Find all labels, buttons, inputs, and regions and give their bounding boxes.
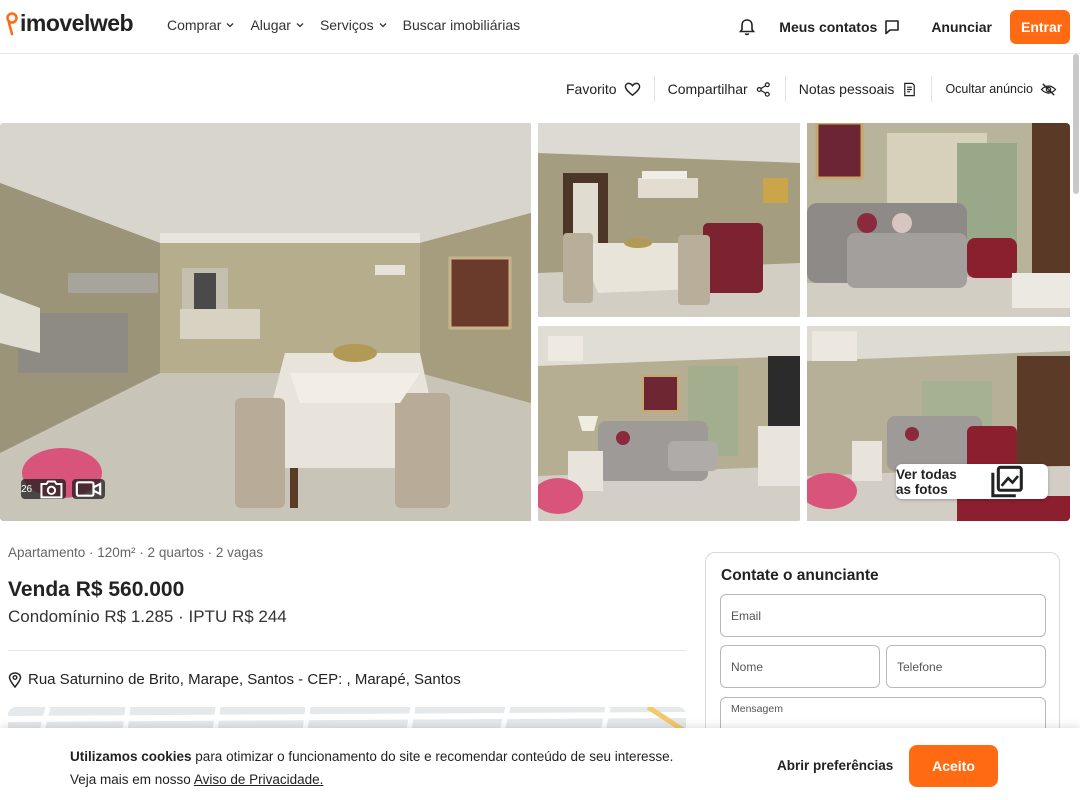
nome-field[interactable]: Nome bbox=[720, 645, 880, 688]
share-icon bbox=[756, 81, 770, 97]
my-contacts-label: Meus contatos bbox=[779, 19, 878, 35]
scrollbar[interactable] bbox=[1071, 54, 1080, 199]
main-nav: Comprar Alugar Serviços Buscar imobiliár… bbox=[167, 17, 520, 33]
mensagem-field-label: Mensagem bbox=[731, 703, 783, 715]
nav-buscar-imobiliarias-label: Buscar imobiliárias bbox=[402, 17, 521, 33]
heart-icon bbox=[624, 82, 640, 96]
email-field-label: Email bbox=[731, 609, 762, 623]
nav-servicos[interactable]: Serviços bbox=[320, 17, 388, 33]
cookie-text-main: para otimizar o funcionamento do site e … bbox=[191, 749, 674, 764]
logo[interactable]: imovelweb bbox=[6, 10, 134, 37]
photo-count: 26 bbox=[21, 483, 33, 495]
listing-actions: Favorito Compartilhar Notas pessoais Ocu… bbox=[553, 76, 1070, 102]
video-icon bbox=[75, 481, 102, 497]
telefone-field-label: Telefone bbox=[897, 660, 943, 674]
favorito-button[interactable]: Favorito bbox=[553, 76, 654, 102]
compartilhar-button[interactable]: Compartilhar bbox=[653, 76, 785, 102]
privacy-link[interactable]: Aviso de Privacidade. bbox=[194, 772, 324, 787]
nav-alugar[interactable]: Alugar bbox=[250, 17, 304, 33]
ver-todas-label: Ver todas as fotos bbox=[896, 466, 957, 497]
location-pin-icon bbox=[8, 671, 22, 688]
photo-gallery: 26 Ver todas as fotos bbox=[0, 123, 1070, 521]
accept-cookies-button[interactable]: Aceito bbox=[909, 745, 998, 787]
contact-card-title: Contate o anunciante bbox=[721, 567, 879, 584]
cookie-bold: Utilizamos cookies bbox=[70, 749, 192, 764]
dining-table-image bbox=[538, 123, 800, 317]
cookie-text: Utilizamos cookies para otimizar o funci… bbox=[70, 745, 673, 791]
main-photo-dining-room[interactable]: 26 bbox=[0, 123, 531, 521]
favorito-label: Favorito bbox=[566, 81, 617, 97]
notas-pessoais-button[interactable]: Notas pessoais bbox=[784, 76, 932, 102]
photo-count-badge[interactable]: 26 bbox=[21, 479, 66, 499]
top-header: imovelweb Comprar Alugar Serviços Buscar… bbox=[0, 0, 1080, 54]
cookie-banner: Utilizamos cookies para otimizar o funci… bbox=[0, 728, 1080, 800]
anunciar-link[interactable]: Anunciar bbox=[931, 19, 992, 35]
divider bbox=[8, 650, 686, 651]
nav-comprar[interactable]: Comprar bbox=[167, 17, 235, 33]
chat-icon bbox=[885, 20, 900, 35]
compartilhar-label: Compartilhar bbox=[667, 81, 748, 97]
photo-dining-table[interactable] bbox=[538, 123, 800, 317]
ver-todas-as-fotos-button[interactable]: Ver todas as fotos bbox=[896, 464, 1048, 499]
chevron-down-icon bbox=[227, 23, 234, 28]
nav-servicos-label: Serviços bbox=[319, 17, 374, 33]
eye-off-icon bbox=[1040, 82, 1057, 96]
listing-address: Rua Saturnino de Brito, Marape, Santos -… bbox=[8, 671, 461, 688]
photo-living-room-tv[interactable]: Ver todas as fotos bbox=[807, 326, 1070, 521]
scrollbar-thumb[interactable] bbox=[1073, 54, 1079, 194]
listing-price: Venda R$ 560.000 bbox=[8, 578, 185, 601]
logo-text: imovelweb bbox=[20, 10, 134, 36]
ocultar-anuncio-button[interactable]: Ocultar anúncio bbox=[931, 76, 1070, 102]
listing-summary: Apartamento · 120m² · 2 quartos · 2 vaga… bbox=[8, 545, 264, 560]
listing-fees: Condomínio R$ 1.285 · IPTU R$ 244 bbox=[8, 607, 287, 626]
notas-pessoais-label: Notas pessoais bbox=[798, 81, 895, 97]
note-icon bbox=[904, 82, 916, 96]
nav-comprar-label: Comprar bbox=[167, 17, 222, 33]
photo-living-room-wide[interactable] bbox=[538, 326, 800, 521]
header-right: Meus contatos Anunciar Entrar bbox=[737, 10, 1070, 44]
nav-alugar-label: Alugar bbox=[250, 17, 291, 33]
gallery-icon bbox=[991, 465, 1023, 498]
telefone-field[interactable]: Telefone bbox=[886, 645, 1046, 688]
living-room-sofa-image bbox=[807, 123, 1070, 317]
dining-room-image bbox=[0, 123, 531, 521]
open-preferences-button[interactable]: Abrir preferências bbox=[777, 758, 893, 773]
entrar-button[interactable]: Entrar bbox=[1010, 10, 1070, 44]
location-pin-logo-icon bbox=[6, 11, 18, 35]
photo-living-room-sofa[interactable] bbox=[807, 123, 1070, 317]
nome-field-label: Nome bbox=[731, 660, 764, 674]
living-room-wide-image bbox=[538, 326, 800, 521]
chevron-down-icon bbox=[379, 23, 387, 28]
listing-address-text: Rua Saturnino de Brito, Marape, Santos -… bbox=[28, 671, 461, 688]
chevron-down-icon bbox=[296, 23, 304, 28]
video-badge[interactable] bbox=[72, 479, 105, 499]
page: imovelweb Comprar Alugar Serviços Buscar… bbox=[0, 0, 1080, 800]
bell-icon[interactable] bbox=[737, 17, 757, 37]
camera-icon bbox=[40, 480, 63, 499]
nav-buscar-imobiliarias[interactable]: Buscar imobiliárias bbox=[403, 17, 520, 33]
cookie-line2-prefix: Veja mais em nosso bbox=[70, 772, 194, 787]
ocultar-anuncio-label: Ocultar anúncio bbox=[945, 82, 1033, 96]
email-field[interactable]: Email bbox=[720, 594, 1046, 637]
my-contacts-button[interactable]: Meus contatos bbox=[779, 18, 901, 36]
